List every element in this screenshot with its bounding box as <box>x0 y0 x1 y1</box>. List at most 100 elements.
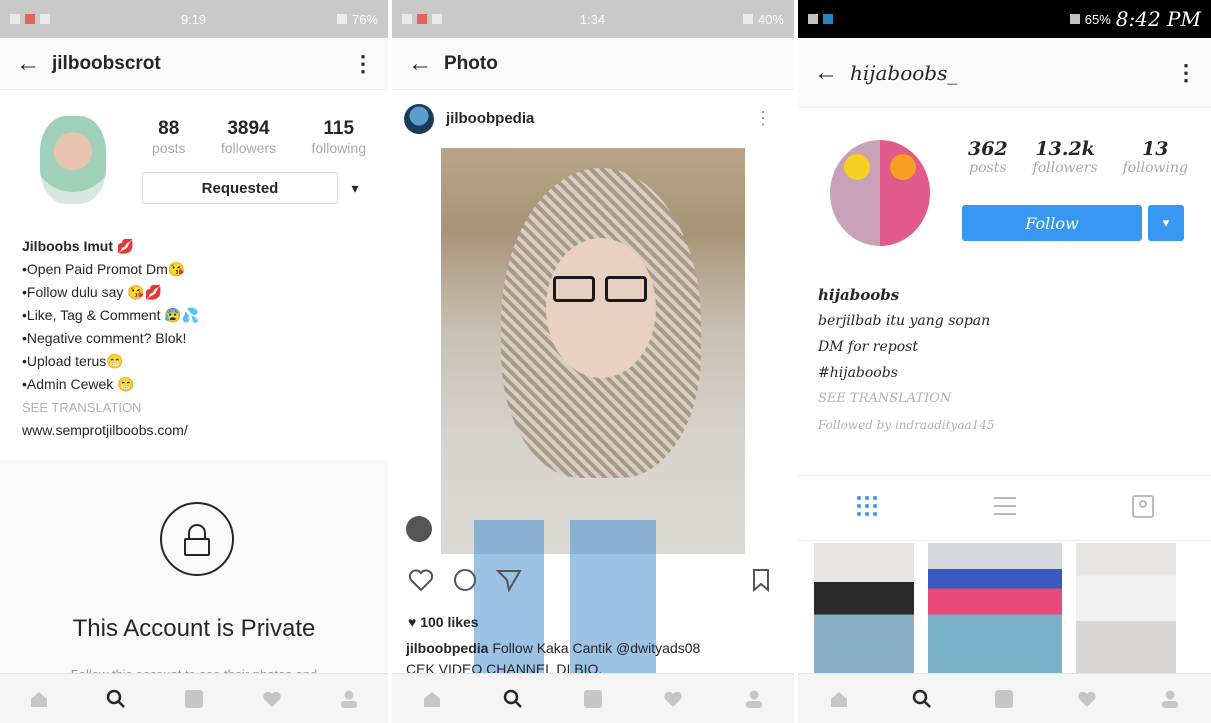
list-view-icon[interactable] <box>992 494 1018 523</box>
following-count[interactable]: 115 following <box>312 118 366 156</box>
bottom-nav <box>0 673 388 723</box>
heart-icon[interactable] <box>256 683 288 715</box>
signal-icon <box>10 14 20 24</box>
avatar[interactable] <box>830 140 930 246</box>
post-author-username[interactable]: jilboobpedia <box>446 110 534 127</box>
bio-line: •Admin Cewek 😁 <box>22 376 135 392</box>
home-icon[interactable] <box>823 683 855 715</box>
camera-icon[interactable] <box>178 683 210 715</box>
post-actions <box>392 560 794 600</box>
bio-line: •Open Paid Promot Dm😘 <box>22 261 186 277</box>
tagged-user-icon[interactable] <box>406 516 432 542</box>
grid-thumbnail[interactable] <box>1076 543 1176 673</box>
avatar[interactable] <box>40 116 106 204</box>
tagged-photos-icon[interactable] <box>1131 493 1155 524</box>
comment-icon[interactable] <box>452 568 478 597</box>
sad-face-icon <box>890 154 916 180</box>
heart-icon[interactable] <box>657 683 689 715</box>
chevron-down-icon: ▾ <box>351 179 359 196</box>
photo-header: ← Photo <box>392 38 794 90</box>
back-arrow-icon[interactable]: ← <box>408 50 444 78</box>
suggestions-dropdown-button[interactable]: ▾ <box>342 172 368 204</box>
grid-thumbnail[interactable] <box>814 543 914 673</box>
status-bar: 9:19 76% <box>0 0 388 38</box>
status-bar: 65% 8:42 PM <box>798 0 1211 38</box>
battery-level: 65% <box>1084 11 1111 27</box>
battery-level: 40% <box>757 11 784 27</box>
posts-count: 362 posts <box>968 138 1008 176</box>
bio-line: DM for repost <box>818 339 918 355</box>
post-likes[interactable]: ♥ 100 likes <box>408 614 479 630</box>
profile-username: jilboobscrot <box>52 52 161 74</box>
wifi-icon <box>1069 14 1080 24</box>
back-arrow-icon[interactable]: ← <box>814 59 850 87</box>
share-icon[interactable] <box>495 568 522 597</box>
post-photo[interactable] <box>441 148 745 554</box>
camera-icon[interactable] <box>988 683 1020 715</box>
followed-by-text[interactable]: Followed by indraadityaa145 <box>818 412 1198 438</box>
see-translation-link[interactable]: SEE TRANSLATION <box>818 386 1198 412</box>
more-options-icon[interactable]: ⋮ <box>1175 60 1197 86</box>
search-icon[interactable] <box>906 683 938 715</box>
image-icon <box>432 14 442 24</box>
home-icon[interactable] <box>416 683 448 715</box>
follow-label: Follow <box>1025 213 1079 233</box>
followers-count[interactable]: 3894 followers <box>221 118 276 156</box>
like-heart-icon[interactable] <box>408 568 434 597</box>
camera-icon[interactable] <box>577 683 609 715</box>
post-more-icon[interactable]: ⋮ <box>754 108 772 129</box>
screenshot-collage: 9:19 76% ← jilboobscrot ⋮ 88 posts 3894 fo… <box>0 0 1211 723</box>
bio-line: #hijaboobs <box>818 365 898 381</box>
posts-count: 88 posts <box>152 118 186 156</box>
followers-count[interactable]: 13.2k followers <box>1033 138 1098 176</box>
notification-icon <box>417 14 427 24</box>
private-title: This Account is Private <box>72 615 316 642</box>
requested-label: Requested <box>201 179 279 197</box>
requested-button[interactable]: Requested <box>142 172 338 204</box>
profile-stats: 362 posts 13.2k followers 13 following <box>968 138 1188 176</box>
more-options-icon[interactable]: ⋮ <box>352 51 374 77</box>
suggestions-dropdown-button[interactable]: ▾ <box>1148 205 1184 241</box>
chevron-down-icon: ▾ <box>1162 215 1170 230</box>
bookmark-icon[interactable] <box>752 568 770 597</box>
home-icon[interactable] <box>23 683 55 715</box>
status-time: 1:34 <box>579 11 606 27</box>
profile-header: ← hijaboobs_ ⋮ <box>798 38 1211 108</box>
caption-username[interactable]: jilboobpedia <box>406 640 488 656</box>
follow-button[interactable]: Follow <box>962 205 1142 241</box>
bio-name: Jilboobs Imut 💋 <box>22 238 135 254</box>
status-time: 9:19 <box>180 11 207 27</box>
grid-thumbnail[interactable] <box>928 543 1062 673</box>
profile-stats: 88 posts 3894 followers 115 following <box>152 118 366 156</box>
website-link[interactable]: www.semprotjilboobs.com/ <box>22 419 362 442</box>
back-arrow-icon[interactable]: ← <box>16 50 52 78</box>
post-author-avatar[interactable] <box>404 104 434 134</box>
post-header: jilboobpedia ⋮ <box>392 98 794 142</box>
bio-line: •Negative comment? Blok! <box>22 330 187 346</box>
status-bar: 1:34 40% <box>392 0 794 38</box>
bottom-nav <box>392 673 794 723</box>
photo-post-panel: 1:34 40% ← Photo jilboobpedia ⋮ ♥ 100 li… <box>392 0 794 723</box>
grid-view-icon[interactable] <box>855 494 879 523</box>
bio-line: •Follow dulu say 😘💋 <box>22 284 163 300</box>
private-profile-panel: 9:19 76% ← jilboobscrot ⋮ 88 posts 3894 fo… <box>0 0 388 723</box>
image-icon <box>40 14 50 24</box>
following-count[interactable]: 13 following <box>1123 138 1188 176</box>
search-icon[interactable] <box>497 683 529 715</box>
app-icon <box>823 14 833 24</box>
profile-icon[interactable] <box>333 683 365 715</box>
profile-bio: Jilboobs Imut 💋 •Open Paid Promot Dm😘 •F… <box>22 235 362 442</box>
search-icon[interactable] <box>100 683 132 715</box>
heart-icon[interactable] <box>1071 683 1103 715</box>
smiley-icon <box>844 154 870 180</box>
bottom-nav <box>798 673 1211 723</box>
public-profile-panel: 65% 8:42 PM ← hijaboobs_ ⋮ 362 posts 13.2k… <box>798 0 1211 723</box>
caption-text: Follow Kaka Cantik @dwityads08 <box>488 640 701 656</box>
profile-icon[interactable] <box>1154 683 1186 715</box>
profile-username: hijaboobs_ <box>850 60 958 85</box>
profile-header: ← jilboobscrot ⋮ <box>0 38 388 90</box>
see-translation-link[interactable]: SEE TRANSLATION <box>22 396 362 419</box>
profile-icon[interactable] <box>738 683 770 715</box>
signal-icon <box>402 14 412 24</box>
bio-line: •Like, Tag & Comment 😰💦 <box>22 307 200 323</box>
